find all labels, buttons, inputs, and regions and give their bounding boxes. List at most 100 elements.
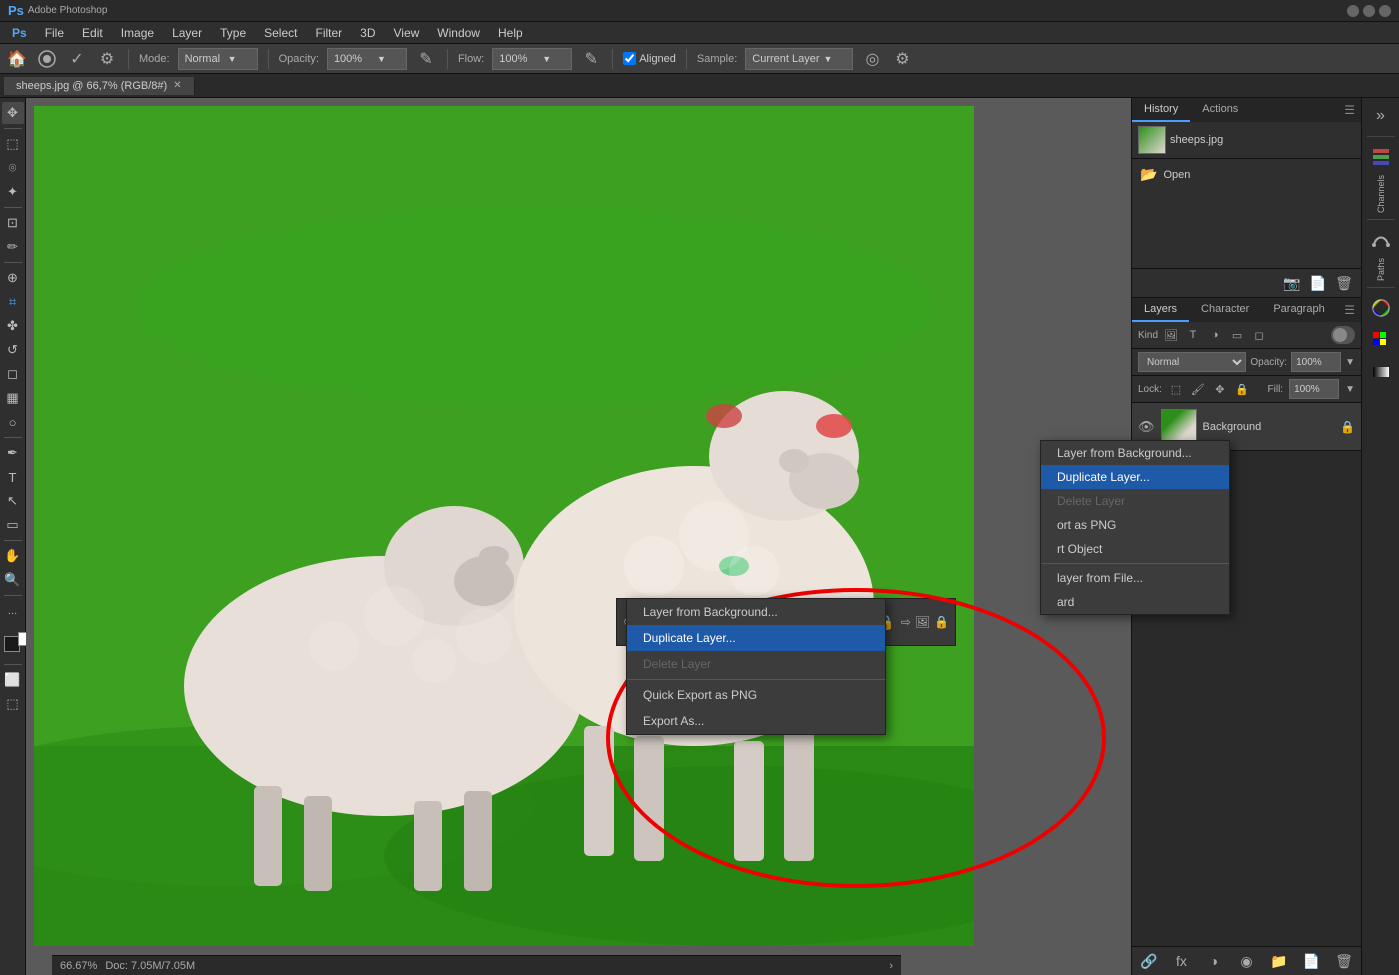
kind-smartobj-btn[interactable]: ◻: [1250, 326, 1268, 344]
history-brush-tool[interactable]: ↺: [2, 339, 24, 361]
quick-mask-mode[interactable]: ⬜: [2, 669, 24, 691]
kind-pixel-btn[interactable]: 🖼: [1162, 326, 1180, 344]
zoom-tool[interactable]: 🔍: [2, 569, 24, 591]
opacity-pressure[interactable]: ✎: [415, 48, 437, 70]
lctx-smart-obj[interactable]: rt Object: [1041, 537, 1229, 561]
layer-group-btn[interactable]: 📁: [1268, 951, 1290, 971]
marquee-tool[interactable]: ⬚: [2, 133, 24, 155]
hand-tool[interactable]: ✋: [2, 545, 24, 567]
dodge-tool[interactable]: ○: [2, 411, 24, 433]
layers-panel-menu[interactable]: ☰: [1338, 298, 1361, 322]
pen-tool[interactable]: ✒: [2, 442, 24, 464]
opacity-dropdown[interactable]: 100% ▼: [327, 48, 407, 70]
doc-tab-close[interactable]: ✕: [173, 80, 181, 91]
fill-input[interactable]: [1289, 379, 1339, 399]
lock-image-btn[interactable]: 🖌: [1190, 381, 1206, 397]
menu-type[interactable]: Type: [212, 24, 254, 42]
kind-shape-btn[interactable]: ▭: [1228, 326, 1246, 344]
shape-tool[interactable]: ▭: [2, 514, 24, 536]
eyedropper-tool[interactable]: ✏: [2, 236, 24, 258]
aligned-label[interactable]: Aligned: [623, 52, 676, 65]
layer-fx-btn[interactable]: fx: [1171, 951, 1193, 971]
brush-preset-picker[interactable]: [36, 48, 58, 70]
quick-select-tool[interactable]: ✦: [2, 181, 24, 203]
menu-help[interactable]: Help: [490, 24, 531, 42]
layer-link-btn[interactable]: 🔗: [1138, 951, 1160, 971]
tool-preset-picker[interactable]: 🏠: [6, 48, 28, 70]
mode-dropdown[interactable]: Normal ▼: [178, 48, 258, 70]
lctx-layer-from-bg[interactable]: Layer from Background...: [1041, 441, 1229, 465]
minimize-button[interactable]: [1347, 5, 1359, 17]
layer-adjustment-btn[interactable]: ◉: [1236, 951, 1258, 971]
new-doc-from-state-btn[interactable]: 📄: [1307, 273, 1329, 293]
document-tab[interactable]: sheeps.jpg @ 66,7% (RGB/8#) ✕: [4, 77, 195, 95]
crop-tool[interactable]: ⊡: [2, 212, 24, 234]
flow-dropdown[interactable]: 100% ▼: [492, 48, 572, 70]
gradient-tool[interactable]: ▦: [2, 387, 24, 409]
lctx-delete-layer[interactable]: Delete Layer: [1041, 489, 1229, 513]
ctx-layer-from-bg[interactable]: Layer from Background...: [627, 599, 885, 625]
canvas-area[interactable]: 👁 Background Fill: 100% 🔒 ⇨ 🖼 🔒 Layer fr…: [26, 98, 1131, 975]
lock-all-btn[interactable]: 🔒: [1234, 381, 1250, 397]
opacity-arrow[interactable]: ▼: [1345, 357, 1355, 368]
kind-text-btn[interactable]: T: [1184, 326, 1202, 344]
eraser-tool[interactable]: ◻: [2, 363, 24, 385]
brush-tool[interactable]: ⌗: [2, 291, 24, 313]
clone-tool[interactable]: ✤: [2, 315, 24, 337]
close-window-button[interactable]: [1379, 5, 1391, 17]
adjust-icon[interactable]: ⚙: [891, 48, 913, 70]
ctx-duplicate-layer[interactable]: Duplicate Layer...: [627, 625, 885, 651]
layer-delete-btn[interactable]: 🗑: [1333, 951, 1355, 971]
gradients-panel-btn[interactable]: [1367, 358, 1395, 386]
ctx-export-as[interactable]: Export As...: [627, 708, 885, 734]
lctx-export-png[interactable]: ort as PNG: [1041, 513, 1229, 537]
delete-state-btn[interactable]: 🗑: [1333, 273, 1355, 293]
menu-select[interactable]: Select: [256, 24, 305, 42]
aligned-checkbox[interactable]: [623, 52, 636, 65]
tab-layers[interactable]: Layers: [1132, 298, 1189, 322]
panel-expand-btn[interactable]: »: [1367, 102, 1395, 130]
history-panel-menu[interactable]: ☰: [1338, 98, 1361, 122]
menu-3d[interactable]: 3D: [352, 24, 383, 42]
menu-ps[interactable]: Ps: [4, 24, 35, 42]
menu-view[interactable]: View: [386, 24, 428, 42]
layer-new-btn[interactable]: 📄: [1301, 951, 1323, 971]
menu-layer[interactable]: Layer: [164, 24, 210, 42]
layer-mask-btn[interactable]: ◑: [1203, 951, 1225, 971]
extra-tools[interactable]: …: [2, 600, 24, 622]
type-tool[interactable]: T: [2, 466, 24, 488]
menu-file[interactable]: File: [37, 24, 72, 42]
paths-panel-btn[interactable]: [1367, 226, 1395, 254]
tab-actions[interactable]: Actions: [1190, 98, 1250, 122]
flow-pressure[interactable]: ✎: [580, 48, 602, 70]
color-panel-btn[interactable]: [1367, 294, 1395, 322]
tab-character[interactable]: Character: [1189, 298, 1261, 322]
lctx-discard[interactable]: ard: [1041, 590, 1229, 614]
lasso-tool[interactable]: ⌾: [2, 157, 24, 179]
maximize-button[interactable]: [1363, 5, 1375, 17]
screen-mode[interactable]: ⬚: [2, 693, 24, 715]
scroll-right[interactable]: ›: [889, 960, 893, 972]
history-item-open[interactable]: 📂 Open: [1136, 163, 1357, 186]
lctx-layer-from-file[interactable]: layer from File...: [1041, 566, 1229, 590]
path-select-tool[interactable]: ↖: [2, 490, 24, 512]
lctx-duplicate-layer[interactable]: Duplicate Layer...: [1041, 465, 1229, 489]
heal-tool[interactable]: ⊕: [2, 267, 24, 289]
ctx-delete-layer[interactable]: Delete Layer: [627, 651, 885, 677]
sample-dropdown[interactable]: Current Layer ▼: [745, 48, 853, 70]
new-snapshot-btn[interactable]: 📷: [1281, 273, 1303, 293]
channels-panel-btn[interactable]: [1367, 143, 1395, 171]
menu-edit[interactable]: Edit: [74, 24, 111, 42]
menu-window[interactable]: Window: [429, 24, 488, 42]
tab-history[interactable]: History: [1132, 98, 1190, 122]
kind-adjustment-btn[interactable]: ◑: [1206, 326, 1224, 344]
brush-settings[interactable]: ⚙: [96, 48, 118, 70]
layer-visibility-btn[interactable]: 👁: [1138, 419, 1155, 435]
sample-options[interactable]: ◎: [861, 48, 883, 70]
lock-position-btn[interactable]: ✥: [1212, 381, 1228, 397]
blend-mode-select[interactable]: Normal: [1138, 352, 1246, 372]
opacity-input[interactable]: [1291, 352, 1341, 372]
move-tool[interactable]: ✥: [2, 102, 24, 124]
filter-toggle[interactable]: [1331, 326, 1355, 344]
ctx-quick-export[interactable]: Quick Export as PNG: [627, 682, 885, 708]
